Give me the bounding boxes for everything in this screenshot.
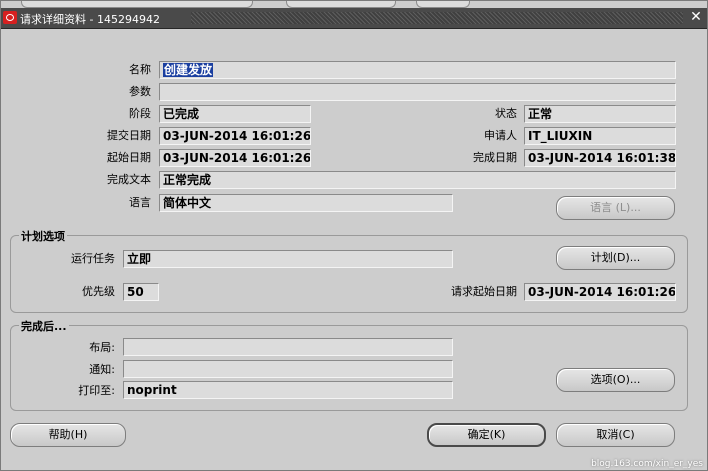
schedule-group-title: 计划选项 <box>19 228 67 244</box>
schedule-button[interactable]: 计划(D)... <box>556 246 675 270</box>
background-window-edge <box>416 1 470 8</box>
requester-field[interactable]: IT_LIUXIN <box>524 127 676 145</box>
completion-text-field[interactable]: 正常完成 <box>159 171 676 189</box>
background-window-edge <box>286 1 396 8</box>
start-date-field[interactable]: 03-JUN-2014 16:01:26 <box>159 149 311 167</box>
print-to-label: 打印至: <box>78 384 115 397</box>
requester-label: 申请人 <box>484 129 517 142</box>
priority-field[interactable]: 50 <box>123 283 159 301</box>
ok-button[interactable]: 确定(K) <box>427 423 546 447</box>
run-job-field[interactable]: 立即 <box>123 250 453 268</box>
completion-date-label: 完成日期 <box>473 151 517 164</box>
layout-field[interactable] <box>123 338 453 356</box>
priority-label: 优先级 <box>82 285 115 298</box>
cancel-button[interactable]: 取消(C) <box>556 423 675 447</box>
request-details-window: 请求详细资料 - 145294942 ✕ 名称 创建发放 参数 阶段 已完成 状… <box>0 0 708 471</box>
status-field[interactable]: 正常 <box>524 105 676 123</box>
window-title: 请求详细资料 - 145294942 <box>20 13 160 26</box>
upon-completion-group-title: 完成后... <box>19 318 69 334</box>
completion-text-label: 完成文本 <box>107 173 151 186</box>
status-label: 状态 <box>495 107 517 120</box>
name-label: 名称 <box>129 63 151 76</box>
title-bar[interactable]: 请求详细资料 - 145294942 ✕ <box>1 8 707 29</box>
options-button[interactable]: 选项(O)... <box>556 368 675 392</box>
oracle-icon <box>3 11 17 24</box>
background-window-edge <box>21 1 253 8</box>
phase-label: 阶段 <box>129 107 151 120</box>
name-value: 创建发放 <box>163 63 214 77</box>
phase-field[interactable]: 已完成 <box>159 105 311 123</box>
notify-field[interactable] <box>123 360 453 378</box>
start-date-label: 起始日期 <box>107 151 151 164</box>
close-icon[interactable]: ✕ <box>688 10 704 25</box>
params-label: 参数 <box>129 85 151 98</box>
watermark: blog.163.com/xin_er_yes <box>591 459 703 469</box>
submit-date-field[interactable]: 03-JUN-2014 16:01:26 <box>159 127 311 145</box>
name-field[interactable]: 创建发放 <box>159 61 676 79</box>
help-button[interactable]: 帮助(H) <box>10 423 126 447</box>
print-to-field[interactable]: noprint <box>123 381 453 399</box>
submit-date-label: 提交日期 <box>107 129 151 142</box>
language-button[interactable]: 语言 (L)... <box>556 196 675 220</box>
request-start-field[interactable]: 03-JUN-2014 16:01:26 <box>524 283 676 301</box>
completion-date-field[interactable]: 03-JUN-2014 16:01:38 <box>524 149 676 167</box>
title-bar-grip <box>191 12 683 24</box>
right-edge-bar <box>694 29 706 470</box>
params-field[interactable] <box>159 83 676 101</box>
request-start-label: 请求起始日期 <box>451 285 517 298</box>
layout-label: 布局: <box>89 341 115 354</box>
language-field[interactable]: 简体中文 <box>159 194 453 212</box>
run-job-label: 运行任务 <box>71 252 115 265</box>
notify-label: 通知: <box>89 363 115 376</box>
language-label: 语言 <box>129 196 151 209</box>
